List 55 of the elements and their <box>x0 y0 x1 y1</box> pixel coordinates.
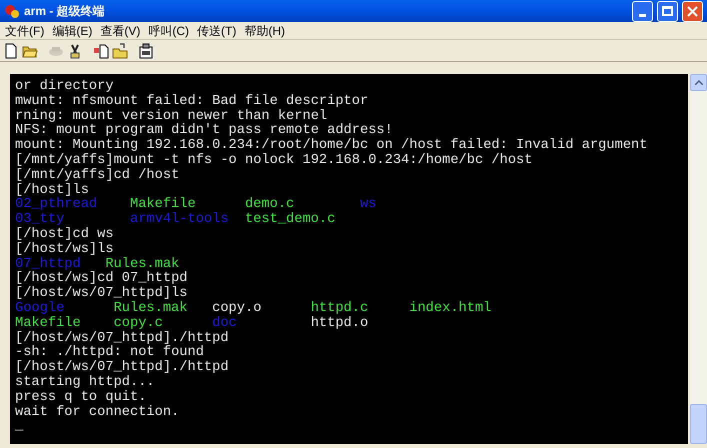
terminal-line: press q to quit. <box>15 390 146 405</box>
close-button[interactable] <box>682 0 703 22</box>
file-name: test_demo.c <box>244 212 336 228</box>
send-file-icon[interactable] <box>92 42 110 60</box>
terminal-line: [/mnt/yaffs]cd /host <box>15 168 180 183</box>
terminal-line: _ <box>15 419 24 434</box>
menu-item[interactable]: 文件(F) <box>2 22 48 40</box>
terminal-line: rning: mount version newer than kernel <box>15 108 328 124</box>
terminal-line: starting httpd... <box>15 374 155 390</box>
file-name: copy.c <box>114 316 163 331</box>
file-name: 03_tty <box>15 212 64 228</box>
menu-item[interactable]: 编辑(E) <box>49 22 96 40</box>
terminal-line: [/host/ws]ls <box>15 242 114 257</box>
file-name: demo.c <box>244 197 294 212</box>
file-name: ws <box>360 197 376 212</box>
terminal-line: [/host]cd ws <box>15 226 114 242</box>
terminal-line: [/host/ws]cd 07_httpd <box>15 271 188 286</box>
terminal-line: [/host/ws/07_httpd]ls <box>15 286 188 302</box>
minimize-button[interactable] <box>632 0 653 22</box>
terminal-line: wait for connection. <box>15 404 180 420</box>
file-name: index.html <box>409 300 492 316</box>
file-name: 02_pthread <box>15 197 98 212</box>
scroll-up-button[interactable] <box>690 74 707 91</box>
file-name: copy.o <box>212 300 262 316</box>
terminal-line: or directory <box>15 79 114 94</box>
window-title: arm - 超级终端 <box>24 3 106 20</box>
terminal-line: [/mnt/yaffs]mount -t nfs -o nolock 192.168.0.234:/home/bc /host <box>15 152 532 168</box>
app-icon <box>4 3 20 19</box>
terminal-line: NFS: mount program didn't pass remote address! <box>15 123 393 138</box>
terminal-line: mount: Mounting 192.168.0.234:/root/home/bc on /host failed: Invalid argument <box>15 138 648 154</box>
menu-item[interactable]: 呼叫(C) <box>145 22 192 40</box>
file-name: httpd.c <box>310 300 368 316</box>
terminal-line: -sh: ./httpd: not found <box>15 345 204 360</box>
file-name: Rules.mak <box>114 300 188 316</box>
scrollbar[interactable] <box>690 74 707 444</box>
terminal-line: [/host/ws/07_httpd]./httpd <box>15 360 229 376</box>
file-name: Google <box>15 300 64 316</box>
terminal-line: [/host/ws/07_httpd]./httpd <box>15 330 229 346</box>
terminal-line: mwunt: nfsmount failed: Bad file descriptor <box>15 94 368 109</box>
file-name: armv4l-tools <box>130 212 229 228</box>
file-name: 07_httpd <box>15 256 81 272</box>
properties-icon[interactable] <box>137 42 155 60</box>
file-name: Makefile <box>15 316 81 331</box>
file-name: doc <box>212 316 237 331</box>
close-icon <box>687 6 698 16</box>
menu-item[interactable]: 帮助(H) <box>241 22 288 40</box>
file-name: Makefile <box>130 197 196 212</box>
terminal-line: [/host]ls <box>15 182 89 198</box>
file-name: Rules.mak <box>105 256 180 272</box>
file-name: httpd.o <box>310 316 368 331</box>
menu-item[interactable]: 传送(T) <box>194 22 240 40</box>
maximize-button[interactable] <box>657 0 678 22</box>
scroll-thumb[interactable] <box>690 404 707 444</box>
receive-file-icon[interactable] <box>111 42 129 60</box>
menu-item[interactable]: 查看(V) <box>97 22 144 40</box>
